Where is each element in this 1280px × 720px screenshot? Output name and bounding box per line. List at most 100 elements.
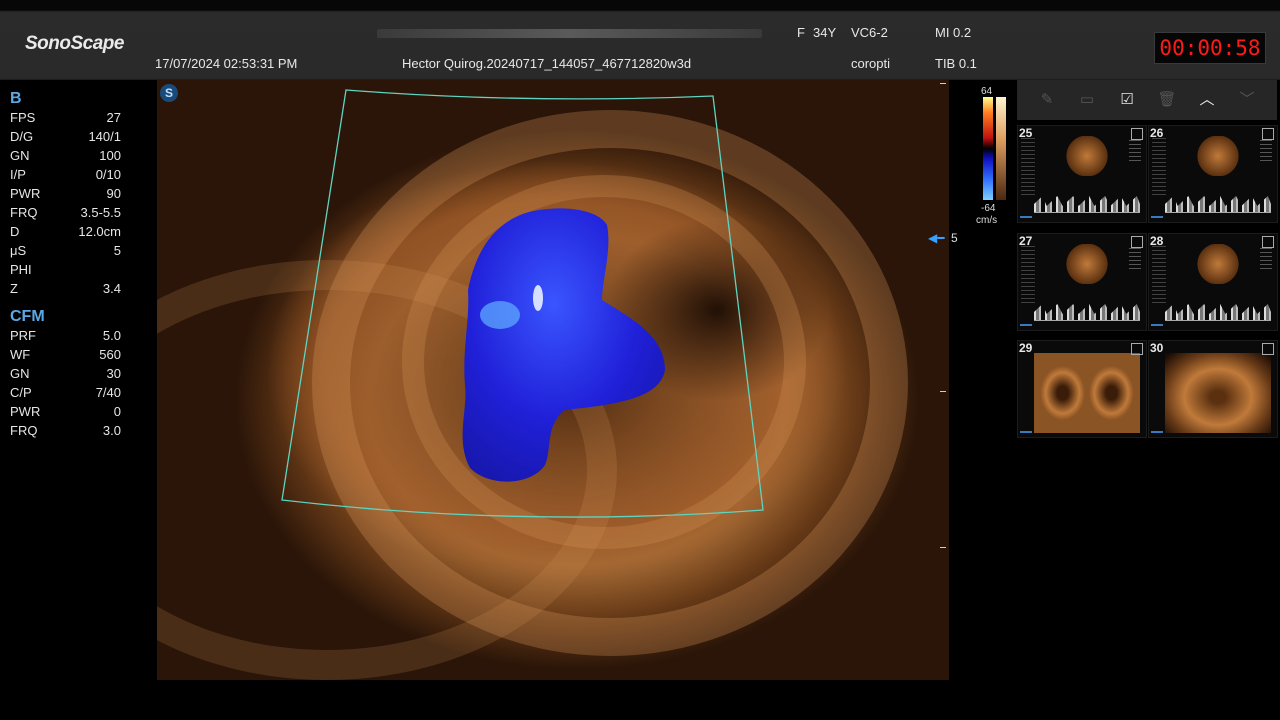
- param-key: PWR: [10, 186, 41, 201]
- thumb-marker: [1020, 431, 1032, 433]
- edit-icon[interactable]: ✎: [1037, 90, 1057, 110]
- thumb-marker: [1151, 431, 1163, 433]
- thumb-waveform: [1034, 304, 1140, 320]
- param-value: 5: [113, 243, 121, 258]
- param-key: PWR: [10, 404, 41, 419]
- thumb-bmode: [1197, 244, 1239, 284]
- thumbnail[interactable]: 26: [1148, 125, 1278, 223]
- gray-colorbar: [996, 97, 1006, 200]
- thumb-waveform: [1165, 196, 1271, 212]
- mechanical-index: MI 0.2: [935, 25, 972, 40]
- thumb-baseline: [1165, 320, 1271, 321]
- depth-label: 5: [951, 231, 958, 245]
- thumbnail-checkbox[interactable]: [1262, 343, 1274, 355]
- velocity-colorbar: [983, 97, 993, 200]
- param-key: GN: [10, 148, 30, 163]
- param-key: PRF: [10, 328, 36, 343]
- thumb-waveform: [1165, 304, 1271, 320]
- param-key: FRQ: [10, 423, 38, 438]
- thumb-waveform: [1034, 196, 1140, 212]
- param-key: C/P: [10, 385, 32, 400]
- thumb-text: [1152, 246, 1166, 306]
- param-value: 3.0: [102, 423, 121, 438]
- thermal-index: TIB 0.1: [935, 56, 977, 71]
- thumbnail-checkbox[interactable]: [1262, 236, 1274, 248]
- b-mode-title: B: [10, 90, 22, 107]
- focus-marker-icon[interactable]: ◀━: [928, 231, 944, 245]
- param-key: GN: [10, 366, 30, 381]
- thumbnail[interactable]: 29: [1017, 340, 1147, 438]
- brand-logo: SonoScape: [25, 33, 124, 54]
- thumbnail-checkbox[interactable]: [1131, 236, 1143, 248]
- thumbnail-checkbox[interactable]: [1131, 128, 1143, 140]
- thumb-text: [1152, 138, 1166, 198]
- chevron-up-icon[interactable]: ︿: [1197, 90, 1217, 110]
- probe-name: VC6-2: [851, 25, 888, 40]
- param-key: WF: [10, 347, 31, 362]
- colorbar-min: -64: [981, 203, 996, 214]
- param-key: D/G: [10, 129, 34, 144]
- chevron-down-icon[interactable]: ﹀: [1237, 90, 1257, 110]
- thumb-text: [1129, 248, 1141, 272]
- thumbnail-checkbox[interactable]: [1262, 128, 1274, 140]
- depth-tick: [940, 83, 946, 84]
- thumb-baseline: [1165, 212, 1271, 213]
- param-value: 3.5-5.5: [80, 205, 121, 220]
- thumbnail-number: 29: [1019, 341, 1033, 355]
- ultrasound-image[interactable]: [157, 80, 949, 680]
- param-key: μS: [10, 243, 27, 258]
- thumbnail[interactable]: 30: [1148, 340, 1278, 438]
- thumb-text: [1021, 246, 1035, 306]
- thumbnail-number: 27: [1019, 234, 1033, 248]
- cine-progress-bar[interactable]: [377, 29, 762, 38]
- param-value: 30: [106, 366, 121, 381]
- thumbnail-checkbox[interactable]: [1131, 343, 1143, 355]
- param-value: 100: [99, 148, 121, 163]
- depth-tick: [940, 547, 946, 548]
- param-value: 0: [113, 404, 121, 419]
- param-value: 0/10: [95, 167, 121, 182]
- check-icon[interactable]: ☑: [1117, 90, 1137, 110]
- thumb-marker: [1020, 216, 1032, 218]
- param-value: 90: [106, 186, 121, 201]
- exam-timer: 00:00:58: [1154, 32, 1266, 64]
- thumbnail[interactable]: 27: [1017, 233, 1147, 331]
- param-key: FRQ: [10, 205, 38, 220]
- colorbar-unit: cm/s: [976, 215, 998, 226]
- frequency-mode: F: [797, 25, 805, 40]
- param-key: PHI: [10, 262, 32, 277]
- param-key: D: [10, 224, 20, 239]
- param-key: Z: [10, 281, 18, 296]
- param-value: 560: [99, 347, 121, 362]
- thumb-text: [1260, 248, 1272, 272]
- param-value: 12.0cm: [78, 224, 121, 239]
- thumbnail-number: 25: [1019, 126, 1033, 140]
- thumbnail-number: 28: [1150, 234, 1164, 248]
- param-value: 27: [106, 110, 121, 125]
- thumb-text: [1129, 140, 1141, 164]
- thumb-marker: [1020, 324, 1032, 326]
- doppler-badge-icon[interactable]: S: [160, 84, 178, 102]
- patient-id: Hector Quirog.20240717_144057_467712820w…: [402, 56, 692, 71]
- thumbnail[interactable]: 28: [1148, 233, 1278, 331]
- patient-age: 34Y: [813, 25, 837, 40]
- thumb-baseline: [1034, 320, 1140, 321]
- thumb-bmode: [1066, 136, 1108, 176]
- thumb-bmode: [1197, 136, 1239, 176]
- thumb-text: [1260, 140, 1272, 164]
- split-icon[interactable]: ▭: [1077, 90, 1097, 110]
- colorbar-max: 64: [981, 86, 993, 97]
- thumbnail-number: 26: [1150, 126, 1164, 140]
- depth-ruler: [938, 80, 948, 680]
- preset-name: coropti: [851, 56, 891, 71]
- top-bar: SonoScape 17/07/2024 02:53:31 PM Hector …: [0, 0, 1280, 80]
- trash-icon[interactable]: 🗑: [1157, 90, 1177, 110]
- thumb-baseline: [1034, 212, 1140, 213]
- param-value: 140/1: [88, 129, 121, 144]
- thumbnail[interactable]: 25: [1017, 125, 1147, 223]
- thumb-volume-image: [1034, 353, 1140, 433]
- thumb-text: [1021, 138, 1035, 198]
- param-value: 7/40: [95, 385, 121, 400]
- thumb-volume-image: [1165, 353, 1271, 433]
- thumbnail-number: 30: [1150, 341, 1164, 355]
